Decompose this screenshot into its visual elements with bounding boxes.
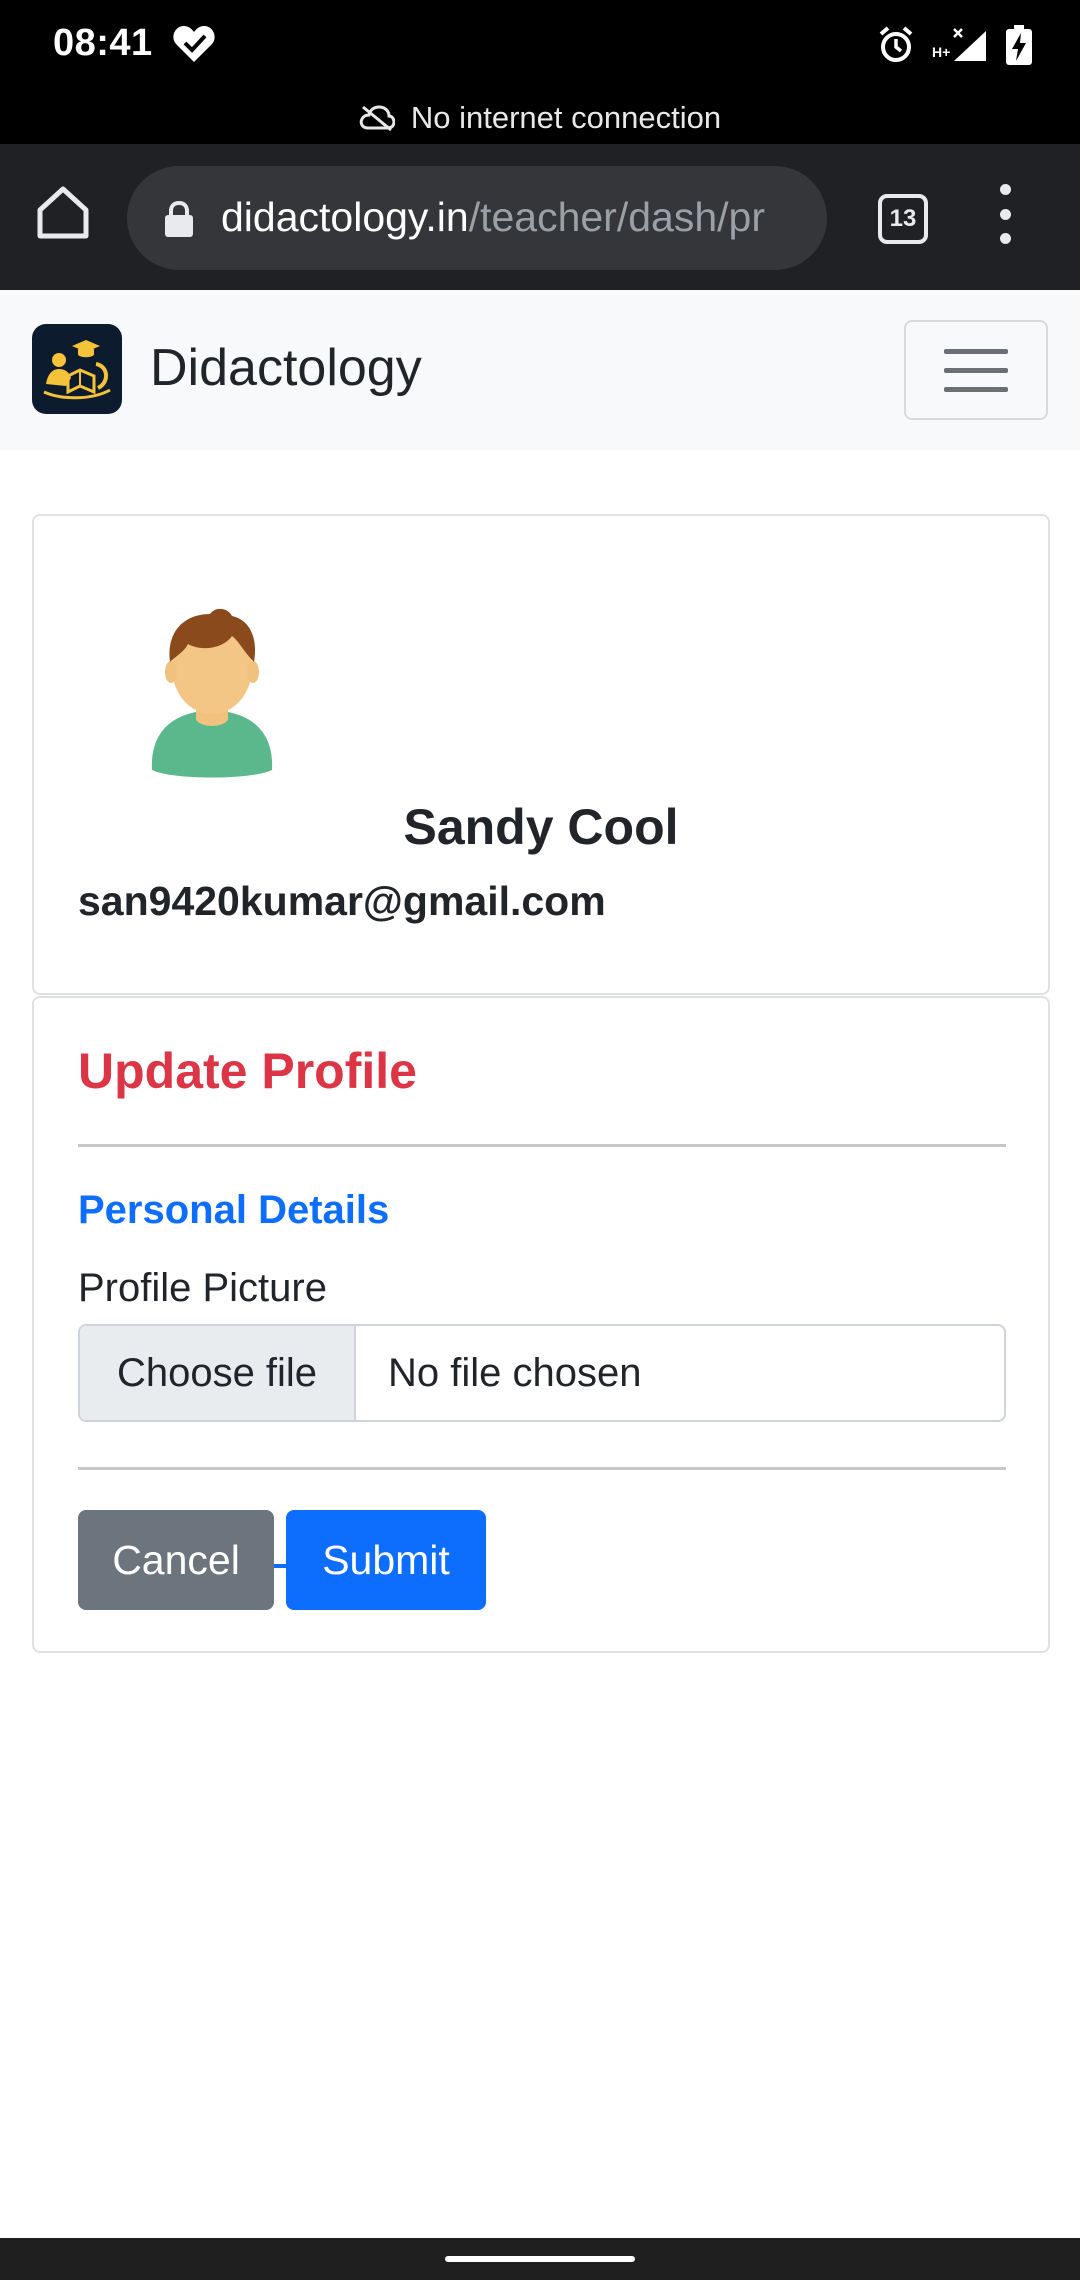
profile-card: Sandy Cool san9420kumar@gmail.com <box>32 514 1050 995</box>
user-avatar <box>151 608 273 778</box>
brand-logo[interactable] <box>32 324 122 414</box>
battery-charging-icon <box>1006 25 1032 65</box>
system-icons: H+ <box>878 24 1032 66</box>
update-profile-title: Update Profile <box>78 1043 417 1099</box>
offline-text: No internet connection <box>410 100 722 135</box>
url-path: /teacher/dash/pr <box>468 194 765 240</box>
browser-toolbar: didactology.in/teacher/dash/pr 13 <box>0 144 1080 290</box>
personal-details-heading: Personal Details <box>78 1188 390 1232</box>
navbar-toggle-button[interactable] <box>904 320 1048 420</box>
divider <box>78 1467 1006 1470</box>
alarm-icon <box>879 26 913 62</box>
address-bar[interactable]: didactology.in/teacher/dash/pr <box>127 166 827 270</box>
site-navbar: Didactology <box>0 290 1080 450</box>
profile-picture-label: Profile Picture <box>78 1266 327 1310</box>
status-time: 08:41 <box>53 22 153 64</box>
submit-button[interactable]: Submit <box>286 1510 486 1610</box>
svg-text:H+: H+ <box>932 44 950 60</box>
home-icon[interactable] <box>34 184 92 242</box>
profile-picture-file-input[interactable]: Choose file No file chosen <box>78 1324 1006 1422</box>
signal-icon: H+ <box>932 28 986 61</box>
hamburger-icon <box>944 348 1008 354</box>
brand-name[interactable]: Didactology <box>150 338 422 398</box>
home-gesture-handle[interactable] <box>445 2256 635 2262</box>
url-domain: didactology.in <box>221 194 469 240</box>
divider <box>78 1144 1006 1147</box>
teacher-logo-icon <box>43 340 111 400</box>
profile-email: san9420kumar@gmail.com <box>78 878 606 924</box>
gesture-nav-bar <box>0 2238 1080 2280</box>
update-profile-card: Update Profile Personal Details Profile … <box>32 996 1050 1653</box>
heart-check-icon <box>173 26 215 62</box>
cancel-button[interactable]: Cancel <box>78 1510 274 1610</box>
url-text: didactology.in/teacher/dash/pr <box>221 194 765 241</box>
tab-switcher-button[interactable]: 13 <box>878 194 928 244</box>
cloud-off-icon <box>359 105 395 131</box>
choose-file-button[interactable]: Choose file <box>80 1326 356 1420</box>
link-underline <box>274 1564 286 1568</box>
more-options-icon[interactable] <box>990 184 1020 244</box>
status-bar: 08:41 H+ No internet connection <box>0 0 1080 144</box>
file-status-text: No file chosen <box>388 1350 642 1395</box>
offline-banner: No internet connection <box>0 96 1080 140</box>
profile-name: Sandy Cool <box>403 799 679 855</box>
lock-icon <box>165 200 193 237</box>
